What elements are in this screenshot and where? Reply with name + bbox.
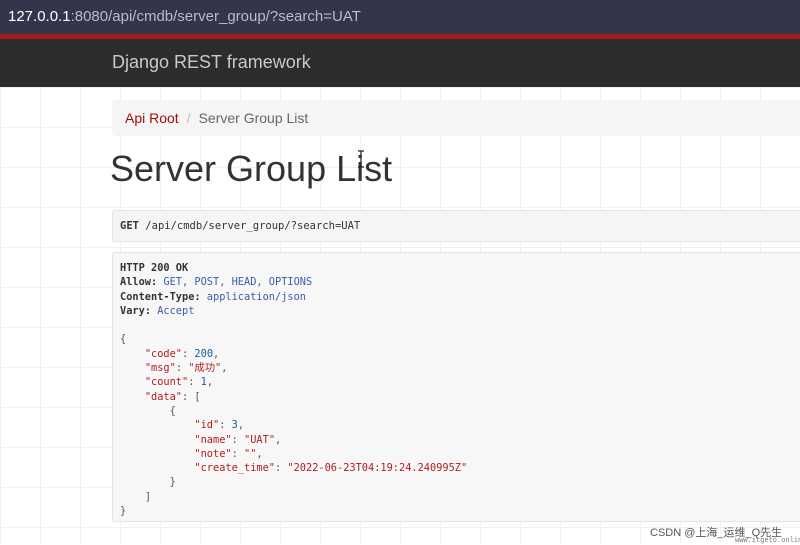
json-string: "UAT" [244,433,276,446]
json-brace: } [120,505,127,518]
breadcrumb-separator: / [186,110,191,126]
navbar-brand[interactable]: Django REST framework [112,52,311,73]
json-key: "msg" [144,362,176,375]
header-value: GET, POST, HEAD, OPTIONS [163,276,313,289]
json-key: "create_time" [194,462,275,475]
json-string: "" [244,447,257,460]
json-key: "data" [144,390,183,403]
watermark-site: www.itgeto.online [735,537,800,545]
json-key: "count" [144,376,189,389]
json-string: "成功" [188,362,222,375]
json-brace: } [169,476,176,489]
breadcrumb: Api Root / Server Group List [112,100,800,136]
breadcrumb-api-root[interactable]: Api Root [125,110,179,126]
header-key: Content-Type: [120,290,201,303]
text-cursor-icon [358,150,364,168]
header-value: application/json [206,290,306,303]
page-title: Server Group List [110,148,393,189]
json-bracket: ] [144,490,152,503]
response-status: HTTP 200 OK [120,262,189,274]
url-host: 127.0.0.1 [8,8,71,25]
json-key: "code" [144,347,183,360]
json-string: "2022-06-23T04:19:24.240995Z" [287,462,468,475]
address-bar[interactable]: 127.0.0.1:8080/api/cmdb/server_group/?se… [0,0,800,34]
request-method: GET [120,220,139,232]
header-key: Allow: [120,276,158,289]
response-info: HTTP 200 OK Allow: GET, POST, HEAD, OPTI… [112,252,800,522]
header-value: Accept [157,304,195,317]
json-brace: { [120,333,127,346]
header-key: Vary: [120,304,151,317]
request-path: /api/cmdb/server_group/?search=UAT [145,220,361,232]
breadcrumb-current: Server Group List [198,110,309,126]
request-info: GET /api/cmdb/server_group/?search=UAT [112,210,800,242]
json-key: "id" [194,419,220,432]
navbar: Django REST framework [0,34,800,87]
json-key: "note" [194,447,232,460]
json-key: "name" [194,433,232,446]
url-path: :8080/api/cmdb/server_group/?search=UAT [70,8,361,25]
json-brace: { [169,404,176,417]
json-bracket: [ [194,390,201,403]
json-number: 200 [194,347,214,360]
